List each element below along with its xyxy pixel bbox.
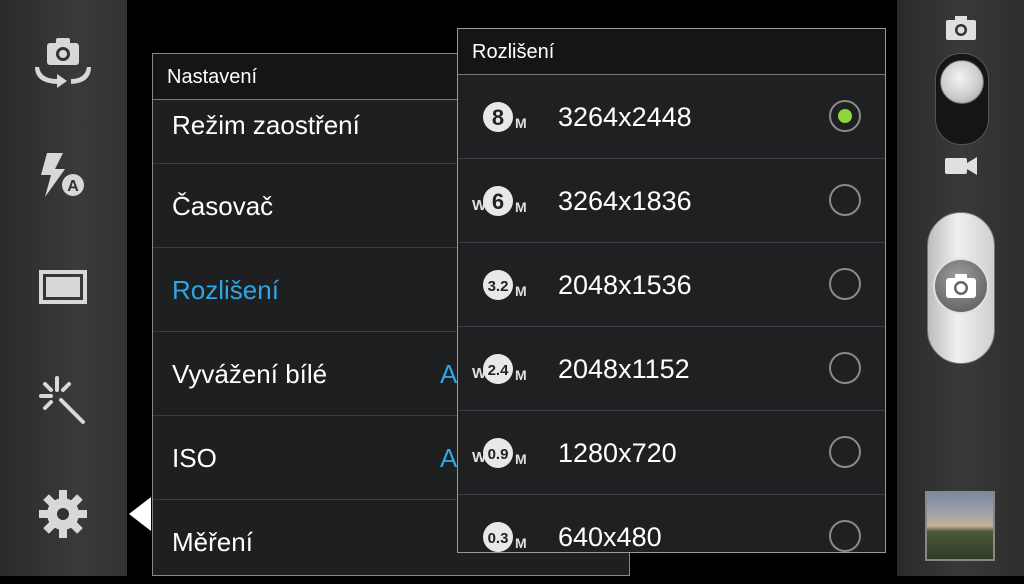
- selected-pointer-arrow: [129, 497, 151, 531]
- megapixel-badge-icon: 0.3 M: [468, 519, 534, 552]
- megapixel-unit: M: [515, 367, 527, 383]
- megapixel-badge-icon: W 2.4 M: [468, 351, 534, 387]
- resolution-option[interactable]: W 2.4 M 2048x1152: [458, 327, 885, 411]
- resolution-popup: Rozlišení 8 M 3264x2448 W 6 M 3264x1836 3.2 M 204…: [457, 28, 886, 553]
- resolution-radio[interactable]: [829, 436, 861, 468]
- gallery-thumbnail[interactable]: [925, 491, 995, 561]
- left-toolbar: A: [0, 0, 127, 576]
- shutter-button[interactable]: [927, 212, 995, 364]
- megapixel-unit: M: [515, 199, 527, 215]
- effects-icon[interactable]: [30, 372, 96, 432]
- toggle-knob[interactable]: [940, 60, 984, 104]
- resolution-option[interactable]: 3.2 M 2048x1536: [458, 243, 885, 327]
- megapixel-number: 0.9: [488, 446, 509, 463]
- megapixel-badge-icon: W6M: [468, 183, 534, 219]
- megapixel-number: 6: [492, 189, 504, 214]
- megapixel-number: 3.2: [488, 278, 509, 295]
- megapixel-badge-icon: 8M: [468, 99, 534, 135]
- flash-auto-icon[interactable]: A: [30, 145, 96, 205]
- setting-label: ISO: [172, 443, 217, 473]
- aspect-ratio-icon[interactable]: [30, 258, 96, 318]
- megapixel-unit: M: [515, 451, 527, 467]
- camera-mode-icon: [943, 14, 979, 47]
- popup-title: Rozlišení: [458, 29, 885, 75]
- resolution-label: 2048x1536: [558, 270, 692, 300]
- megapixel-unit: M: [515, 115, 527, 131]
- resolution-label: 3264x1836: [558, 186, 692, 216]
- megapixel-number: 2.4: [488, 362, 510, 379]
- switch-camera-icon[interactable]: [30, 31, 96, 91]
- resolution-radio[interactable]: [829, 268, 861, 300]
- resolution-radio[interactable]: [829, 100, 861, 132]
- megapixel-unit: M: [515, 535, 527, 551]
- resolution-radio[interactable]: [829, 184, 861, 216]
- resolution-radio[interactable]: [829, 520, 861, 552]
- gear-icon[interactable]: [30, 484, 96, 544]
- resolution-option[interactable]: 0.3 M 640x480: [458, 495, 885, 552]
- megapixel-number: 8: [492, 105, 504, 130]
- svg-text:A: A: [67, 178, 79, 195]
- resolution-label: 640x480: [558, 522, 662, 552]
- megapixel-badge-icon: W 0.9 M: [468, 435, 534, 471]
- setting-value: A: [440, 359, 458, 389]
- resolution-label: 3264x2448: [558, 102, 692, 132]
- resolution-radio[interactable]: [829, 352, 861, 384]
- setting-label: Režim zaostření: [172, 110, 360, 140]
- resolution-label: 2048x1152: [558, 354, 690, 384]
- setting-label: Rozlišení: [172, 275, 279, 305]
- shutter-camera-icon: [933, 258, 989, 314]
- resolution-option[interactable]: W 0.9 M 1280x720: [458, 411, 885, 495]
- video-mode-icon: [943, 153, 979, 184]
- megapixel-unit: M: [515, 283, 527, 299]
- megapixel-number: 0.3: [488, 530, 509, 547]
- resolution-option[interactable]: W 6 M 3264x1836: [458, 159, 885, 243]
- setting-label: Měření: [172, 527, 253, 557]
- setting-label: Vyvážení bílé: [172, 359, 328, 389]
- resolution-option[interactable]: 8 M 3264x2448: [458, 75, 885, 159]
- resolution-label: 1280x720: [558, 438, 677, 468]
- megapixel-badge-icon: 3.2 M: [468, 267, 534, 303]
- right-toolbar: [897, 0, 1024, 576]
- setting-label: Časovač: [172, 191, 274, 221]
- camera-video-toggle[interactable]: [935, 53, 989, 145]
- setting-value: A: [440, 443, 458, 473]
